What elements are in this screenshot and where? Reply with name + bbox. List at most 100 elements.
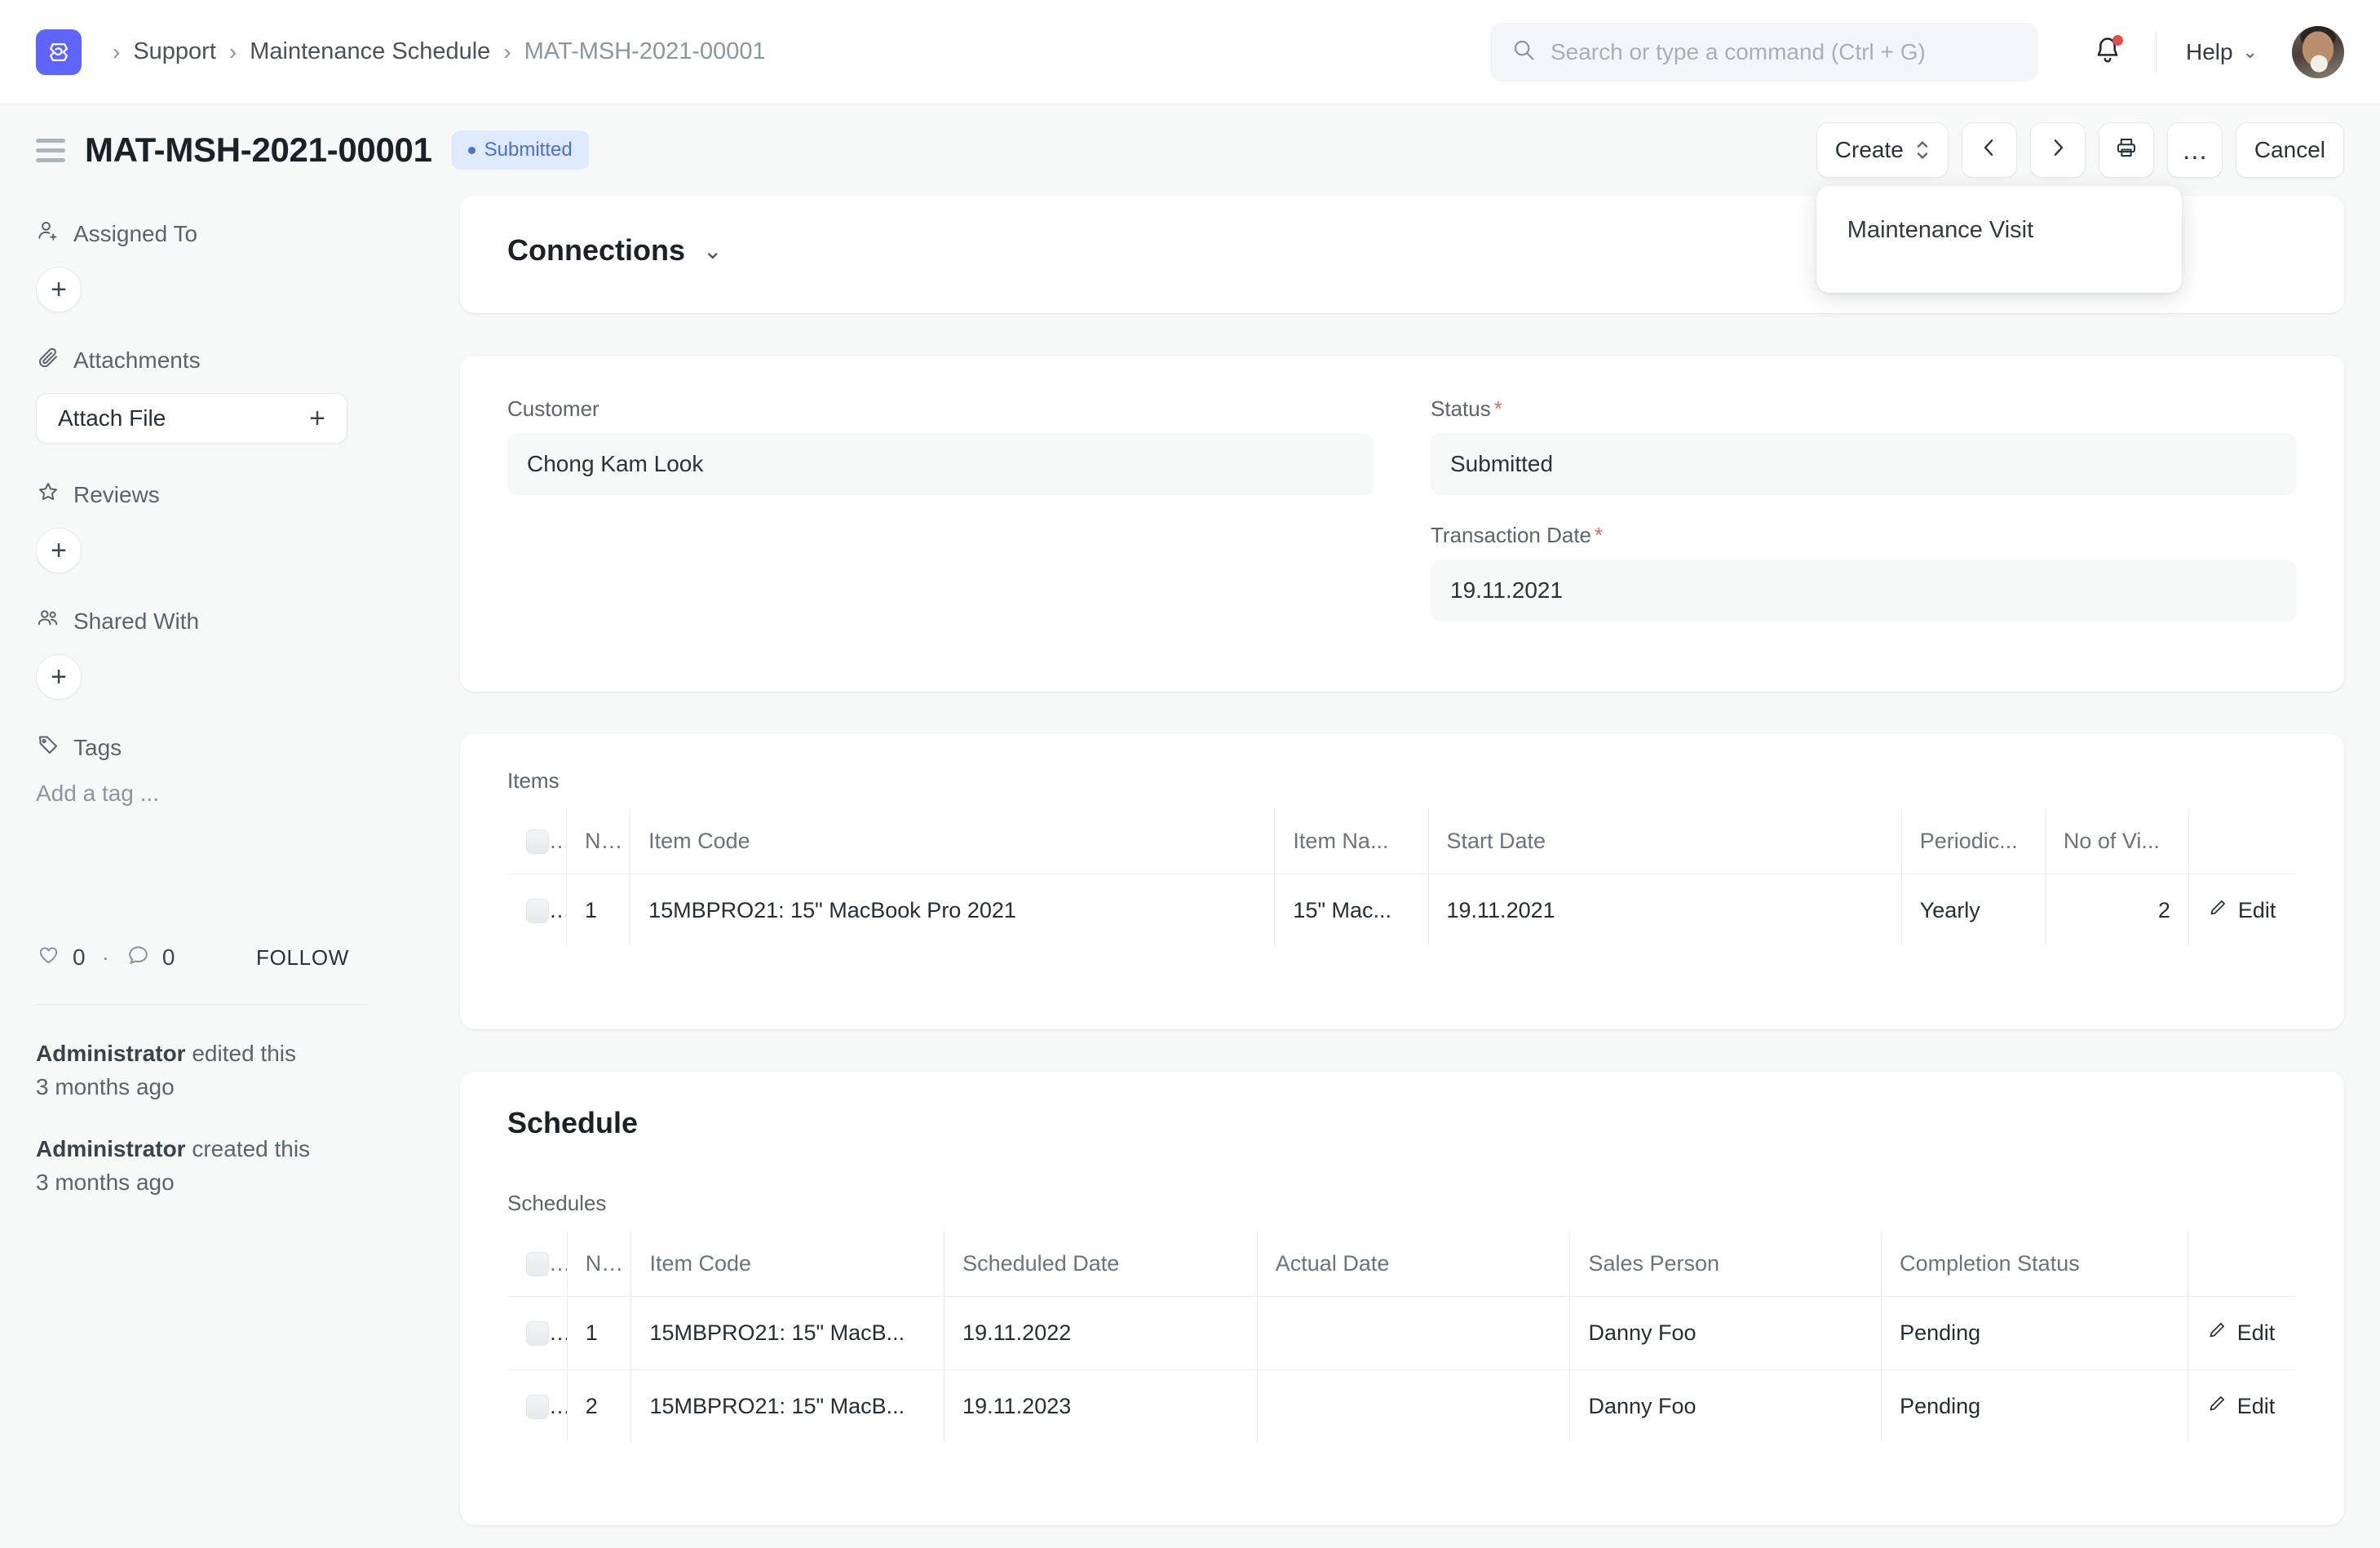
field-customer: Customer Chong Kam Look [507,396,1374,495]
search-icon [1511,38,1536,66]
dropdown-item-maintenance-visit[interactable]: Maintenance Visit [1816,204,2182,257]
items-col-item-code[interactable]: Item Code [630,809,1276,874]
schedules-cell-edit[interactable]: Edit [2188,1296,2296,1370]
items-col-item-name[interactable]: Item Na... [1274,809,1429,874]
pencil-icon [2206,1320,2227,1347]
schedules-col-sales-person[interactable]: Sales Person [1569,1232,1882,1297]
select-all-checkbox[interactable] [526,829,549,855]
schedules-col-no[interactable]: No. [567,1232,632,1297]
items-cell-start-date[interactable]: 19.11.2021 [1428,874,1902,947]
items-cell-periodicity[interactable]: Yearly [1901,874,2046,947]
frappe-logo-icon[interactable] [36,29,82,75]
schedules-cell-scheduled-date[interactable]: 19.11.2022 [944,1296,1258,1370]
items-cell-item-name[interactable]: 15" Mac... [1274,874,1429,947]
schedules-cell-sales-person[interactable]: Danny Foo [1569,1369,1882,1443]
create-button[interactable]: Create [1816,122,1949,178]
avatar-image [2292,25,2344,78]
edit-label: Edit [2236,1320,2276,1345]
breadcrumb-item-maintenance-schedule[interactable]: Maintenance Schedule [250,38,490,65]
table-row[interactable]: 1 15MBPRO21: 15" MacBook Pro 2021 15" Ma… [508,874,2296,948]
items-grid-label: Items [507,768,560,793]
navbar-divider [2155,31,2157,73]
table-row[interactable]: 2 15MBPRO21: 15" MacB... 19.11.2023 Dann… [508,1369,2296,1444]
help-menu[interactable]: Help ⌄ [2186,39,2258,65]
status-badge-label: Submitted [484,139,573,161]
sidebar-section-shared-with: Shared With + [36,606,427,700]
sidebar-section-reviews: Reviews + [36,480,427,573]
hamburger-menu-icon[interactable] [36,133,65,168]
breadcrumb-item-support[interactable]: Support [133,38,216,65]
items-cell-edit[interactable]: Edit [2188,874,2296,948]
previous-document-button[interactable] [1961,122,2017,178]
items-col-start-date[interactable]: Start Date [1428,809,1902,874]
attachments-header: Attachments [36,345,427,375]
schedules-cell-scheduled-date[interactable]: 19.11.2023 [944,1369,1258,1443]
row-checkbox[interactable] [526,1321,549,1347]
attach-file-label: Attach File [58,405,166,431]
star-icon [36,480,60,510]
row-checkbox[interactable] [526,899,549,924]
notifications-button[interactable] [2089,33,2126,71]
add-share-button[interactable]: + [36,654,82,700]
add-review-button[interactable]: + [36,528,82,573]
status-value[interactable]: Submitted [1431,433,2297,495]
schedules-col-scheduled-date[interactable]: Scheduled Date [944,1232,1258,1297]
items-cell-item-code[interactable]: 15MBPRO21: 15" MacBook Pro 2021 [630,874,1276,947]
customer-value[interactable]: Chong Kam Look [507,433,1374,495]
add-tag-input[interactable]: Add a tag ... [36,781,427,807]
schedules-col-completion-status[interactable]: Completion Status [1881,1232,2188,1297]
items-col-periodicity[interactable]: Periodic... [1901,809,2046,874]
schedules-col-actual-date[interactable]: Actual Date [1257,1232,1571,1297]
edit-row-button[interactable]: Edit [2206,1370,2278,1443]
print-button[interactable] [2098,122,2154,178]
attach-file-button[interactable]: Attach File + [36,393,347,444]
search-box[interactable] [1489,22,2038,82]
add-assignment-button[interactable]: + [36,267,82,312]
follow-button[interactable]: FOLLOW [256,945,349,971]
next-document-button[interactable] [2029,122,2086,178]
schedules-cell-edit[interactable]: Edit [2188,1370,2296,1444]
table-row[interactable]: 1 15MBPRO21: 15" MacB... 19.11.2022 Dann… [508,1296,2296,1370]
edit-row-button[interactable]: Edit [2207,874,2278,947]
schedules-cell-actual-date[interactable] [1257,1369,1571,1443]
search-input[interactable] [1550,38,2017,65]
cancel-button[interactable]: Cancel [2235,122,2344,178]
avatar[interactable] [2292,25,2344,78]
field-status: Status * Submitted [1431,396,2297,495]
select-all-checkbox[interactable] [526,1252,549,1277]
like-count: 0 [73,944,86,970]
schedules-cell-item-code[interactable]: 15MBPRO21: 15" MacB... [630,1296,945,1370]
schedules-cell-no: 1 [567,1296,632,1370]
field-transaction-date: Transaction Date * 19.11.2021 [1431,523,2297,621]
status-badge: Submitted [451,130,589,170]
items-col-no-of-visits[interactable]: No of Vi... [2045,809,2189,874]
tags-label: Tags [73,734,122,760]
notification-badge-dot [2112,34,2123,46]
edit-row-button[interactable]: Edit [2206,1297,2278,1369]
transaction-date-value[interactable]: 19.11.2021 [1431,559,2297,621]
required-marker: * [1493,396,1502,421]
items-col-no[interactable]: No. [566,809,631,874]
schedules-select-all-cell [508,1232,568,1297]
row-checkbox[interactable] [526,1395,549,1420]
transaction-date-label: Transaction Date * [1431,523,2297,548]
schedules-cell-sales-person[interactable]: Danny Foo [1569,1296,1882,1370]
schedules-cell-completion-status[interactable]: Pending [1881,1296,2188,1370]
sidebar-section-attachments: Attachments Attach File + [36,345,427,444]
more-options-button[interactable]: … [2166,122,2223,178]
breadcrumb-item-current-doc[interactable]: MAT-MSH-2021-00001 [524,38,766,65]
breadcrumb-separator-1: › [113,38,121,64]
items-cell-no-of-visits[interactable]: 2 [2045,874,2189,947]
activity-action: created this [192,1136,311,1162]
schedules-cell-completion-status[interactable]: Pending [1881,1369,2188,1443]
page-header: MAT-MSH-2021-00001 Submitted Create Main… [0,104,2380,293]
schedules-cell-item-code[interactable]: 15MBPRO21: 15" MacB... [630,1369,945,1443]
schedules-col-item-code[interactable]: Item Code [630,1232,945,1297]
ellipsis-icon: … [2181,135,2208,165]
breadcrumb: › Support › Maintenance Schedule › MAT-M… [100,38,766,65]
comment-group[interactable]: 0 [126,942,175,973]
like-group[interactable]: 0 [36,942,86,973]
activity-user: Administrator [36,1136,186,1162]
schedules-cell-actual-date[interactable] [1257,1296,1571,1370]
items-table: No. Item Code Item Na... Start Date Peri… [507,808,2297,948]
